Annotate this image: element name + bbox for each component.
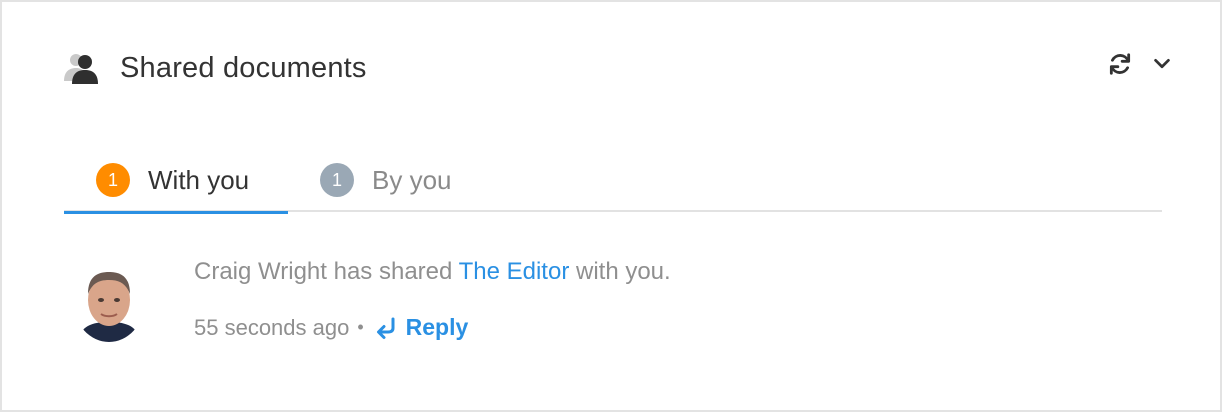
tab-by-you-count-badge: 1: [320, 163, 354, 197]
tab-bar: 1 With you 1 By you: [64, 148, 1162, 214]
activity-meta: 55 seconds ago • Reply: [194, 314, 468, 341]
users-icon: [62, 51, 100, 85]
widget-title: Shared documents: [120, 51, 367, 84]
tab-by-you-label: By you: [372, 164, 452, 195]
refresh-icon: [1109, 53, 1131, 75]
activity-user: Craig Wright: [194, 258, 327, 285]
reply-label: Reply: [405, 314, 469, 340]
activity-timestamp: 55 seconds ago: [194, 314, 350, 340]
document-link[interactable]: The Editor: [459, 258, 570, 285]
header-actions: [1106, 50, 1176, 78]
refresh-button[interactable]: [1106, 50, 1134, 78]
reply-icon: [374, 316, 398, 340]
tab-with-you-count-badge: 1: [96, 163, 130, 197]
chevron-down-icon: [1154, 58, 1170, 69]
avatar[interactable]: [74, 264, 144, 342]
activity-message: Craig Wright has shared The Editor with …: [194, 258, 671, 286]
tab-with-you[interactable]: 1 With you: [64, 148, 288, 214]
meta-separator: •: [357, 317, 364, 337]
shared-documents-widget: Shared documents 1 With you 1 By you Cra…: [0, 0, 1222, 412]
tab-by-you[interactable]: 1 By you: [288, 148, 452, 212]
widget-header: Shared documents: [62, 48, 367, 88]
tab-with-you-label: With you: [148, 164, 250, 195]
reply-button[interactable]: Reply: [374, 314, 469, 341]
activity-item: Craig Wright has shared The Editor with …: [74, 258, 1154, 344]
activity-suffix: with you.: [569, 258, 671, 285]
collapse-button[interactable]: [1148, 50, 1176, 78]
activity-action-text: has shared: [326, 258, 459, 285]
